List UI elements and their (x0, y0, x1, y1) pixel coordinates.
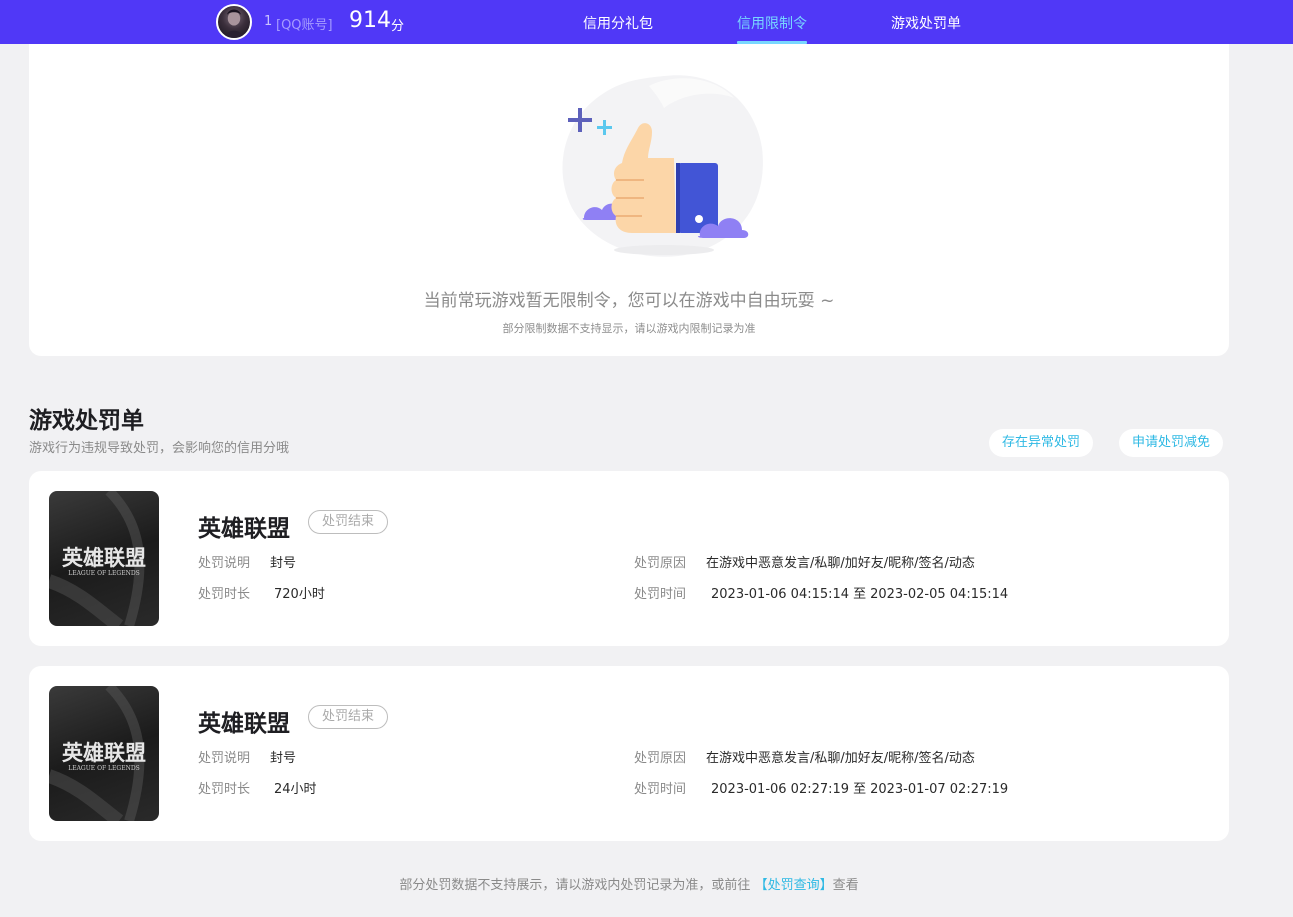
credit-score-unit: 分 (391, 19, 405, 34)
cover-subtitle: LEAGUE OF LEGENDS (68, 570, 140, 577)
penalty-section-title: 游戏处罚单 (29, 408, 144, 434)
status-badge: 处罚结束 (308, 510, 389, 534)
duration-label: 处罚时长 (198, 587, 251, 602)
time-start: 2023-01-06 02:27:19 (711, 782, 850, 797)
time-separator: 至 (853, 782, 867, 797)
duration-value: 24小时 (274, 782, 317, 797)
description-value: 封号 (270, 556, 297, 571)
empty-state-note: 部分限制数据不支持显示，请以游戏内限制记录为准 (502, 322, 756, 335)
time-range: 2023-01-06 04:15:14 至 2023-02-05 04:15:14 (711, 583, 1008, 602)
tab-game-penalty[interactable]: 游戏处罚单 (891, 13, 961, 44)
user-avatar[interactable] (216, 4, 252, 40)
penalty-query-link[interactable]: 【处罚查询】 (755, 878, 833, 893)
account-type-tag: [QQ账号] (276, 18, 333, 33)
penalty-card: 英雄联盟 LEAGUE OF LEGENDS 英雄联盟 处罚结束 处罚说明 封号… (29, 471, 1229, 646)
time-label: 处罚时间 (634, 587, 687, 602)
tab-credit-restriction[interactable]: 信用限制令 (737, 13, 807, 44)
cover-subtitle: LEAGUE OF LEGENDS (68, 765, 140, 772)
duration-label: 处罚时长 (198, 782, 251, 797)
reason-label: 处罚原因 (634, 556, 687, 571)
tab-credit-gift[interactable]: 信用分礼包 (583, 13, 653, 44)
time-end: 2023-01-07 02:27:19 (870, 782, 1009, 797)
penalty-card: 英雄联盟 LEAGUE OF LEGENDS 英雄联盟 处罚结束 处罚说明 封号… (29, 666, 1229, 841)
league-of-legends-logo-icon: 英雄联盟 LEAGUE OF LEGENDS (49, 491, 146, 626)
duration-value: 720小时 (274, 587, 325, 602)
time-range: 2023-01-06 02:27:19 至 2023-01-07 02:27:19 (711, 778, 1008, 797)
description-value: 封号 (270, 751, 297, 766)
status-badge: 处罚结束 (308, 705, 389, 729)
time-end: 2023-02-05 04:15:14 (870, 587, 1009, 602)
footer-text: 部分处罚数据不支持展示，请以游戏内处罚记录为准，或前往 (399, 878, 751, 893)
reason-value: 在游戏中恶意发言/私聊/加好友/昵称/签名/动态 (706, 556, 975, 571)
report-abnormal-penalty-button[interactable]: 存在异常处罚 (989, 429, 1094, 457)
footer-suffix: 查看 (832, 878, 859, 893)
cover-title: 英雄联盟 (62, 546, 146, 570)
footer-note: 部分处罚数据不支持展示，请以游戏内处罚记录为准，或前往 【处罚查询】查看 (0, 874, 1258, 893)
apply-penalty-reduction-button[interactable]: 申请处罚减免 (1119, 429, 1224, 457)
description-label: 处罚说明 (198, 751, 251, 766)
game-name: 英雄联盟 (198, 516, 290, 542)
credit-score: 914 (349, 8, 391, 33)
time-label: 处罚时间 (634, 782, 687, 797)
time-separator: 至 (853, 587, 867, 602)
description-label: 处罚说明 (198, 556, 251, 571)
game-cover-image: 英雄联盟 LEAGUE OF LEGENDS (49, 686, 159, 821)
game-cover-image: 英雄联盟 LEAGUE OF LEGENDS (49, 491, 159, 626)
time-start: 2023-01-06 04:15:14 (711, 587, 850, 602)
restriction-card: 当前常玩游戏暂无限制令，您可以在游戏中自由玩耍 ~ 部分限制数据不支持显示，请以… (29, 28, 1229, 356)
avatar-image-icon (225, 9, 243, 38)
game-name: 英雄联盟 (198, 711, 290, 737)
penalty-section-subtitle: 游戏行为违规导致处罚，会影响您的信用分哦 (29, 441, 290, 456)
empty-state-title: 当前常玩游戏暂无限制令，您可以在游戏中自由玩耍 ~ (423, 291, 835, 311)
top-nav-bar: 1 [QQ账号] 914 分 信用分礼包 信用限制令 游戏处罚单 (0, 0, 1293, 44)
cover-title: 英雄联盟 (62, 741, 146, 765)
reason-value: 在游戏中恶意发言/私聊/加好友/昵称/签名/动态 (706, 751, 975, 766)
user-id: 1 (264, 14, 273, 29)
league-of-legends-logo-icon: 英雄联盟 LEAGUE OF LEGENDS (49, 686, 146, 821)
thumbs-up-illustration-icon (562, 75, 763, 257)
reason-label: 处罚原因 (634, 751, 687, 766)
